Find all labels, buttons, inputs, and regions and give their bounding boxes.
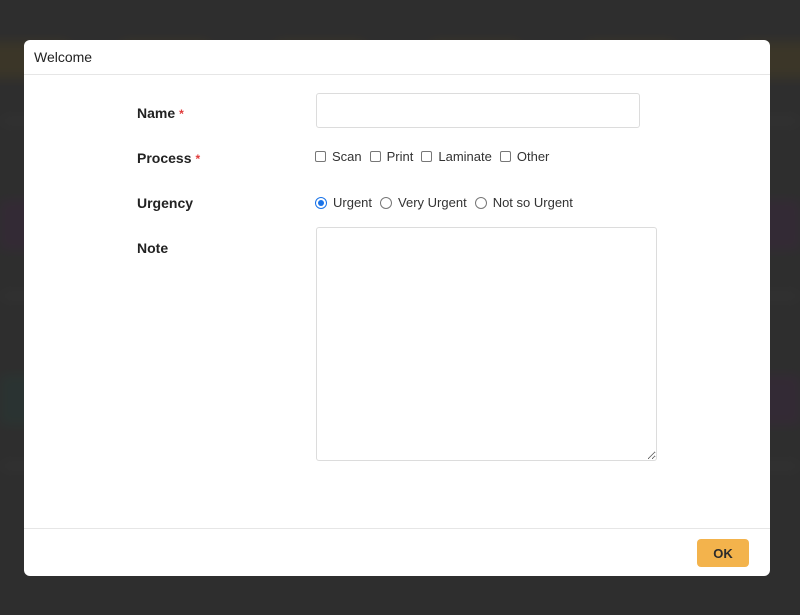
urgency-option-not-so-urgent[interactable]: Not so Urgent <box>474 195 573 210</box>
urgency-radio-group: Urgent Very Urgent Not so Urgent <box>315 195 581 210</box>
option-label: Other <box>516 149 550 164</box>
checkbox[interactable] <box>315 151 326 162</box>
urgency-label: Urgency <box>137 195 193 211</box>
option-label: Urgent <box>333 195 373 210</box>
note-label-text: Note <box>137 240 169 256</box>
required-indicator: * <box>179 107 184 121</box>
dialog-title: Welcome <box>34 49 93 65</box>
process-label: Process * <box>137 150 200 166</box>
option-label: Print <box>386 149 414 164</box>
process-option-other[interactable]: Other <box>499 149 550 164</box>
option-label: Very Urgent <box>398 195 467 210</box>
dialog-footer: OK <box>24 528 770 576</box>
checkbox[interactable] <box>499 151 511 162</box>
required-indicator: * <box>195 152 201 166</box>
process-option-print[interactable]: Print <box>369 149 414 164</box>
radio-button[interactable] <box>380 196 393 209</box>
checkbox[interactable] <box>369 151 381 162</box>
process-option-scan[interactable]: Scan <box>315 149 362 164</box>
name-label: Name * <box>137 105 184 121</box>
welcome-dialog: Welcome Name * Process * Scan Print Lamina… <box>24 40 770 576</box>
option-label: Scan <box>332 149 362 164</box>
ok-button[interactable]: OK <box>697 539 749 567</box>
dialog-body: Name * Process * Scan Print Laminate Other <box>24 75 770 528</box>
option-label: Not so Urgent <box>492 195 573 210</box>
urgency-option-urgent[interactable]: Urgent <box>315 195 372 210</box>
note-textarea[interactable] <box>316 227 657 461</box>
urgency-label-text: Urgency <box>137 195 194 211</box>
option-label: Laminate <box>438 149 492 164</box>
radio-button-selected[interactable] <box>315 196 327 209</box>
process-checkbox-group: Scan Print Laminate Other <box>315 149 557 164</box>
note-label: Note <box>137 240 168 256</box>
name-input[interactable] <box>316 93 640 128</box>
process-option-laminate[interactable]: Laminate <box>421 149 492 164</box>
process-label-text: Process <box>137 150 192 166</box>
urgency-option-very-urgent[interactable]: Very Urgent <box>380 195 467 210</box>
radio-button[interactable] <box>474 196 487 209</box>
checkbox[interactable] <box>421 151 433 162</box>
name-label-text: Name <box>137 105 176 121</box>
dialog-header: Welcome <box>24 40 770 75</box>
